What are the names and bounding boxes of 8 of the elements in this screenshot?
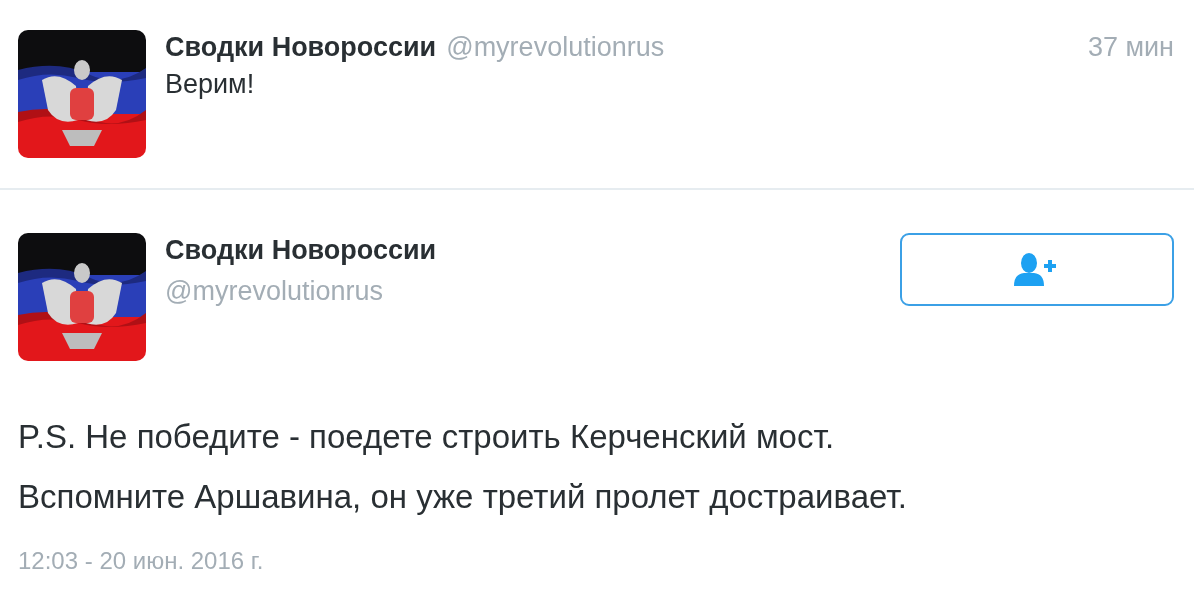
tweet-text-line: Вспомните Аршавина, он уже третий пролет достраивает. [18, 477, 908, 517]
tweet-timestamp: 12:03 - 20 июн. 2016 г. [18, 547, 264, 575]
tweet-text: Верим! [165, 69, 256, 100]
tweet-text-line: P.S. Не победите - поедете строить Керченский мост. [18, 417, 836, 457]
author-name[interactable]: Сводки Новороссии [165, 32, 437, 63]
follow-button[interactable] [900, 233, 1174, 306]
tweet-time: 37 мин [1087, 32, 1174, 63]
author-name[interactable]: Сводки Новороссии [165, 235, 437, 266]
